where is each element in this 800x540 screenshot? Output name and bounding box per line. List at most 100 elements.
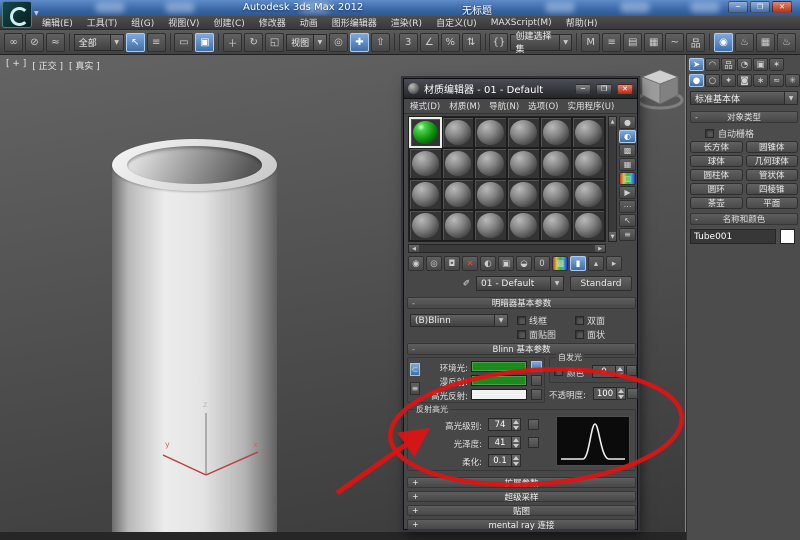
layer-manager-icon[interactable]: ▤ — [623, 33, 642, 52]
material-sample-slot[interactable] — [442, 210, 475, 241]
create-cameras-icon[interactable]: ◙ — [737, 74, 752, 87]
assign-material-to-selection-icon[interactable]: ◘ — [444, 256, 460, 271]
object-name-field[interactable] — [690, 229, 776, 244]
face-map-checkbox[interactable] — [517, 330, 526, 339]
background-icon[interactable]: ▩ — [619, 144, 636, 157]
wireframe-checkbox[interactable] — [517, 316, 526, 325]
menu-item[interactable]: 创建(C) — [213, 16, 244, 29]
make-preview-icon[interactable]: ▶ — [619, 186, 636, 199]
object-type-button[interactable]: 长方体 — [690, 141, 743, 153]
me-menu-item[interactable]: 模式(D) — [410, 100, 440, 112]
material-sample-slot[interactable] — [409, 117, 442, 148]
spinner-arrows-icon[interactable] — [512, 418, 521, 431]
primitive-category-dropdown[interactable]: 标准基本体 ▼ — [690, 91, 798, 105]
specular-color-swatch[interactable] — [471, 389, 527, 400]
sample-vertical-scrollbar[interactable]: ▲ ▼ — [608, 116, 617, 242]
material-sample-slot[interactable] — [409, 179, 442, 210]
material-map-navigator-icon[interactable]: ≡ — [619, 228, 636, 241]
menu-item[interactable]: 工具(T) — [87, 16, 118, 29]
specular-map-button[interactable] — [531, 389, 542, 400]
specular-level-map-button[interactable] — [528, 419, 539, 430]
bind-to-space-warp-icon[interactable]: ≈ — [46, 33, 65, 52]
spinner-arrows-icon[interactable] — [512, 454, 521, 467]
spinner-arrows-icon[interactable] — [617, 387, 626, 400]
tab-display-icon[interactable]: ▣ — [753, 58, 768, 71]
material-sample-slot[interactable] — [507, 117, 540, 148]
snaps-toggle-icon[interactable]: 3 — [399, 33, 418, 52]
go-to-parent-icon[interactable]: ▴ — [588, 256, 604, 271]
tab-utilities-icon[interactable]: ✶ — [769, 58, 784, 71]
app-menu-caret-icon[interactable]: ▼ — [34, 10, 39, 17]
select-by-material-icon[interactable]: ↖ — [619, 214, 636, 227]
menu-item[interactable]: 组(G) — [131, 16, 154, 29]
object-type-button[interactable]: 茶壶 — [690, 197, 743, 209]
me-close-button[interactable]: ✕ — [617, 84, 633, 94]
material-sample-slot[interactable] — [572, 210, 605, 241]
sample-horizontal-scrollbar[interactable]: ◀ ▶ — [408, 244, 606, 253]
sample-type-icon[interactable]: ● — [619, 116, 636, 129]
video-color-check-icon[interactable]: ▥ — [619, 172, 636, 185]
menu-item[interactable]: MAXScript(M) — [491, 18, 552, 28]
object-type-button[interactable]: 平面 — [746, 197, 799, 209]
named-selection-sets-dropdown[interactable]: 创建选择集 ▼ — [510, 34, 572, 51]
material-sample-slot[interactable] — [540, 148, 573, 179]
menu-item[interactable]: 修改器 — [259, 16, 286, 29]
show-map-in-viewport-icon[interactable]: ▩ — [552, 256, 568, 271]
schematic-view-icon[interactable]: 品 — [686, 33, 705, 52]
material-sample-slot[interactable] — [540, 179, 573, 210]
rendered-frame-window-icon[interactable]: ▦ — [756, 33, 775, 52]
go-forward-to-sibling-icon[interactable]: ▸ — [606, 256, 622, 271]
material-sample-slot[interactable] — [572, 117, 605, 148]
close-button[interactable]: ✕ — [772, 1, 792, 13]
show-end-result-icon[interactable]: ▮ — [570, 256, 586, 271]
use-pivot-point-center-icon[interactable]: ◎ — [329, 33, 348, 52]
self-illum-spinner[interactable]: 0 — [592, 365, 625, 378]
select-and-scale-icon[interactable]: ◱ — [265, 33, 284, 52]
autogrid-checkbox[interactable] — [705, 129, 714, 138]
material-sample-slot[interactable] — [442, 148, 475, 179]
get-material-icon[interactable]: ◉ — [408, 256, 424, 271]
tab-hierarchy-icon[interactable]: 品 — [721, 58, 736, 71]
glossiness-spinner[interactable]: 41 — [488, 436, 521, 449]
rollout-header[interactable]: + 超级采样 — [407, 491, 636, 502]
options-icon[interactable]: ⋯ — [619, 200, 636, 213]
mirror-icon[interactable]: M — [581, 33, 600, 52]
specular-level-spinner[interactable]: 74 — [488, 418, 521, 431]
me-minimize-button[interactable]: ─ — [575, 84, 591, 94]
opacity-map-button[interactable] — [627, 388, 638, 399]
object-type-button[interactable]: 圆柱体 — [690, 169, 743, 181]
object-type-button[interactable]: 四棱锥 — [746, 183, 799, 195]
lock-diffuse-specular-icon[interactable]: ≡ — [410, 382, 420, 395]
menu-item[interactable]: 编辑(E) — [42, 16, 73, 29]
self-illum-map-button[interactable] — [626, 365, 637, 376]
create-helpers-icon[interactable]: ∗ — [753, 74, 768, 87]
material-sample-slot[interactable] — [409, 148, 442, 179]
scroll-right-icon[interactable]: ▶ — [595, 245, 605, 252]
object-type-button[interactable]: 几何球体 — [746, 155, 799, 167]
material-name-dropdown[interactable]: 01 - Default ▼ — [476, 276, 564, 291]
material-sample-slot[interactable] — [442, 117, 475, 148]
faceted-checkbox[interactable] — [575, 330, 584, 339]
shader-basic-params-rollout[interactable]: - 明暗器基本参数 — [407, 297, 636, 309]
menu-item[interactable]: 图形编辑器 — [332, 16, 377, 29]
soften-spinner[interactable]: 0.1 — [488, 454, 521, 467]
make-material-copy-icon[interactable]: ◐ — [480, 256, 496, 271]
material-sample-slot[interactable] — [507, 148, 540, 179]
diffuse-color-swatch[interactable] — [471, 375, 527, 386]
edit-named-selection-sets-icon[interactable]: {} — [489, 33, 508, 52]
name-color-rollout[interactable]: - 名称和颜色 — [690, 213, 798, 225]
tab-motion-icon[interactable]: ◔ — [737, 58, 752, 71]
3ds-max-logo-icon[interactable] — [2, 1, 32, 28]
me-menu-item[interactable]: 导航(N) — [489, 100, 519, 112]
viewcube-navigation[interactable] — [634, 62, 686, 114]
spinner-snap-icon[interactable]: ⇅ — [462, 33, 481, 52]
render-production-icon[interactable]: ♨ — [777, 33, 796, 52]
menu-item[interactable]: 自定义(U) — [436, 16, 477, 29]
rollout-header[interactable]: + 扩展参数 — [407, 477, 636, 488]
curve-editor-icon[interactable]: ~ — [665, 33, 684, 52]
keyboard-override-toggle-icon[interactable]: ⇧ — [371, 33, 390, 52]
put-material-to-scene-icon[interactable]: ◎ — [426, 256, 442, 271]
create-systems-icon[interactable]: ✳ — [785, 74, 800, 87]
select-and-move-icon[interactable]: ＋ — [223, 33, 242, 52]
select-by-name-icon[interactable]: ≡ — [147, 33, 166, 52]
